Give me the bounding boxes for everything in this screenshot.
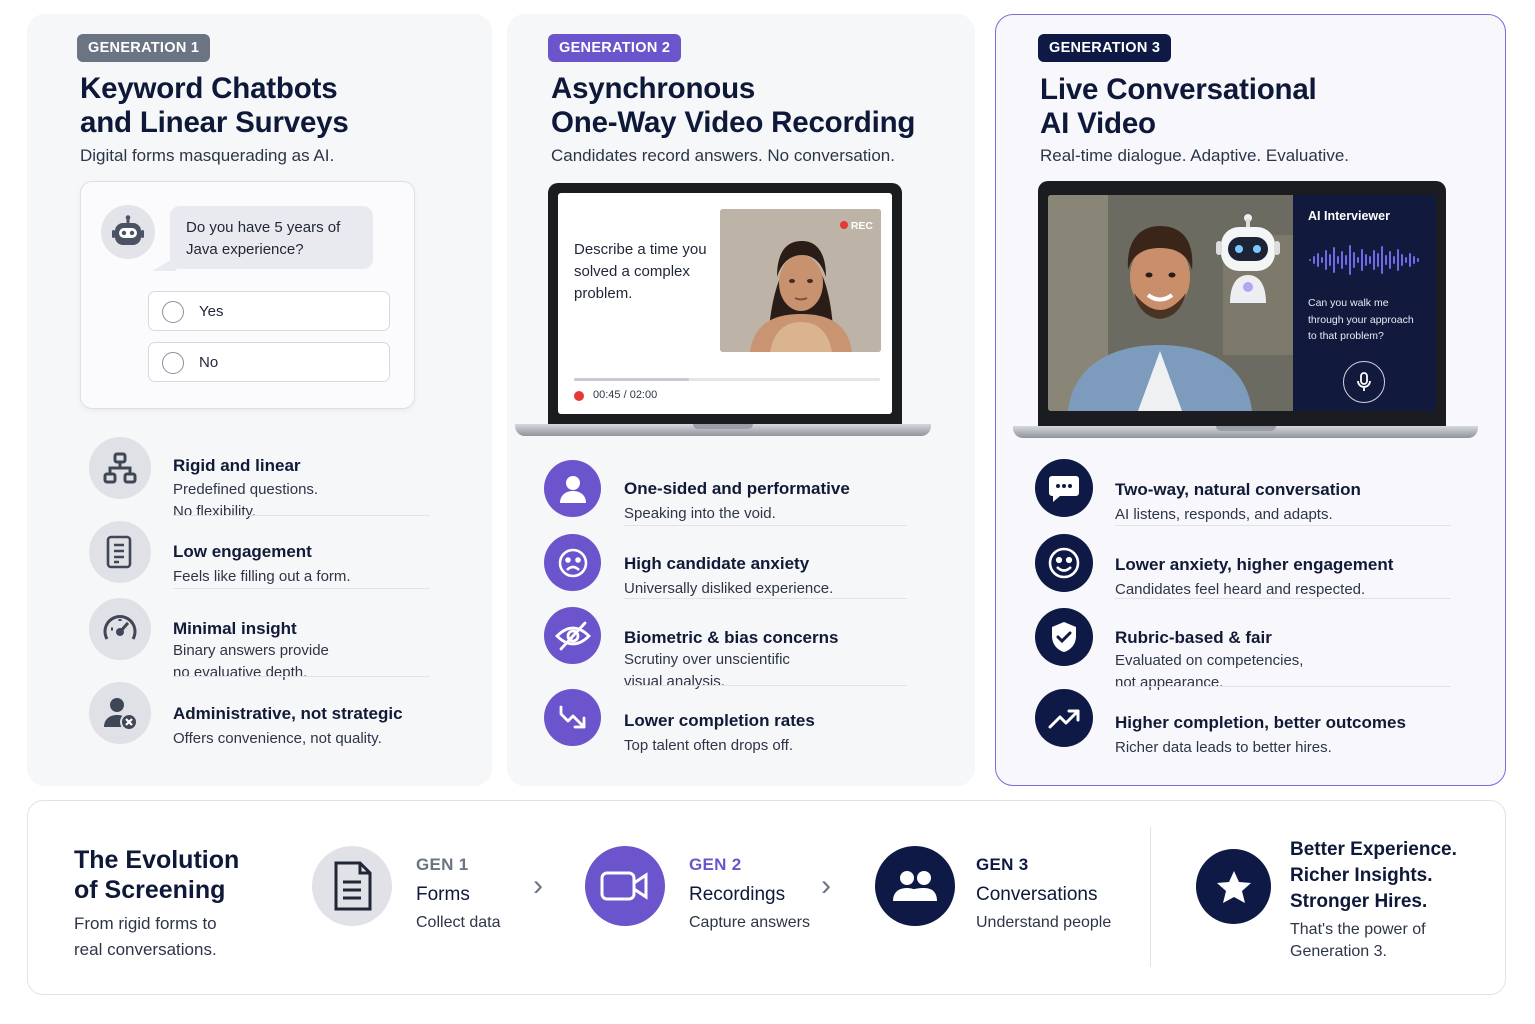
feature-biometric: Biometric & bias concerns Scrutiny over … bbox=[544, 607, 924, 690]
divider bbox=[173, 515, 430, 516]
generation-2-title: Asynchronous One-Way Video Recording bbox=[551, 72, 916, 139]
record-dot-icon bbox=[574, 391, 584, 401]
evolution-subtitle: From rigid forms to real conversations. bbox=[74, 914, 217, 959]
generation-2-card: GENERATION 2 Asynchronous One-Way Video R… bbox=[507, 14, 975, 786]
divider bbox=[1115, 525, 1451, 526]
user-icon bbox=[544, 460, 601, 517]
generation-3-subtitle: Real-time dialogue. Adaptive. Evaluative… bbox=[1040, 146, 1350, 165]
evolution-summary-panel: The Evolution of Screening From rigid for… bbox=[27, 800, 1506, 995]
divider bbox=[624, 685, 907, 686]
audio-waveform-icon bbox=[1309, 245, 1419, 275]
ai-interviewer-label: AI Interviewer bbox=[1308, 209, 1390, 223]
divider bbox=[173, 588, 430, 589]
feature-low-engagement: Low engagement Feels like filling out a … bbox=[89, 521, 449, 591]
laptop-base bbox=[515, 424, 931, 436]
divider bbox=[624, 598, 907, 599]
generation-1-badge: GENERATION 1 bbox=[77, 34, 211, 62]
step-2-gen: GEN 2 bbox=[689, 855, 742, 874]
generation-3-badge: GENERATION 3 bbox=[1038, 34, 1172, 62]
ai-question-text: Can you walk me through your approach to t… bbox=[1308, 297, 1414, 342]
divider bbox=[1115, 598, 1451, 599]
microphone-icon[interactable] bbox=[1343, 361, 1385, 403]
video-camera-icon bbox=[585, 846, 665, 926]
feature-administrative: Administrative, not strategic Offers con… bbox=[89, 682, 449, 752]
star-icon bbox=[1196, 849, 1271, 924]
laptop-recording-mockup: Describe a time you solved a complex probl… bbox=[548, 183, 902, 424]
smile-face-icon bbox=[1035, 534, 1093, 592]
closing-subtitle: That's the power of Generation 3. bbox=[1290, 921, 1426, 960]
feature-two-way: Two-way, natural conversation AI listens… bbox=[1035, 459, 1475, 529]
option-no-radio[interactable]: No bbox=[148, 342, 390, 382]
rec-dot-icon bbox=[839, 221, 848, 229]
generation-2-subtitle: Candidates record answers. No conversati… bbox=[551, 146, 895, 165]
document-icon bbox=[312, 846, 392, 926]
chatbot-question-bubble: Do you have 5 years of Java experience? bbox=[152, 206, 373, 271]
step-3-gen: GEN 3 bbox=[976, 855, 1029, 874]
divider bbox=[624, 525, 907, 526]
step-1-name: Forms bbox=[416, 884, 470, 905]
chevron-right-icon: › bbox=[533, 869, 543, 902]
step-3-desc: Understand people bbox=[976, 914, 1112, 931]
feature-anxiety: High candidate anxiety Universally disli… bbox=[544, 534, 924, 604]
recording-timer: 00:45 / 02:00 bbox=[593, 389, 658, 401]
hierarchy-icon bbox=[89, 437, 151, 499]
generation-3-title: Live Conversational AI Video bbox=[1040, 73, 1317, 140]
ai-robot-icon bbox=[1216, 214, 1280, 303]
feature-lower-anxiety: Lower anxiety, higher engagement Candida… bbox=[1035, 534, 1475, 604]
step-1-desc: Collect data bbox=[416, 914, 501, 931]
generation-3-card: GENERATION 3 Live Conversational AI Video… bbox=[995, 14, 1506, 786]
generation-2-badge: GENERATION 2 bbox=[548, 34, 682, 62]
feature-completion: Lower completion rates Top talent often … bbox=[544, 689, 924, 759]
trend-down-icon bbox=[544, 689, 601, 746]
user-x-icon bbox=[89, 682, 151, 744]
chevron-right-icon: › bbox=[821, 869, 831, 902]
generation-1-subtitle: Digital forms masquerading as AI. bbox=[80, 146, 335, 165]
feature-higher-completion: Higher completion, better outcomes Riche… bbox=[1035, 689, 1475, 759]
speedometer-icon bbox=[89, 598, 151, 660]
sad-face-icon bbox=[544, 534, 601, 591]
feature-rigid-linear: Rigid and linear Predefined questions. N… bbox=[89, 437, 449, 520]
feature-one-sided: One-sided and performative Speaking into… bbox=[544, 460, 924, 530]
divider bbox=[1115, 686, 1451, 687]
robot-icon bbox=[101, 205, 155, 259]
chatbot-mockup: Do you have 5 years of Java experience? Y… bbox=[80, 181, 415, 409]
divider bbox=[1150, 827, 1151, 967]
form-document-icon bbox=[89, 521, 151, 583]
ai-interviewer-panel: AI Interviewer Can you walk me through yo… bbox=[1293, 195, 1436, 411]
candidate-video: REC bbox=[720, 209, 881, 352]
feature-rubric-fair: Rubric-based & fair Evaluated on compete… bbox=[1035, 608, 1475, 691]
chat-bubble-icon bbox=[1035, 459, 1093, 517]
closing-statement: Better Experience. Richer Insights. Strong… bbox=[1290, 839, 1457, 912]
generation-1-card: GENERATION 1 Keyword Chatbots and Linear … bbox=[27, 14, 492, 786]
feature-minimal-insight: Minimal insight Binary answers provide n… bbox=[89, 598, 449, 681]
recording-progress-bar bbox=[574, 378, 880, 381]
laptop-live-ai-mockup: AI Interviewer Can you walk me through yo… bbox=[1038, 181, 1446, 428]
evolution-title: The Evolution of Screening bbox=[74, 846, 240, 904]
laptop-base bbox=[1013, 426, 1478, 438]
rec-indicator: REC bbox=[839, 220, 873, 232]
step-3-name: Conversations bbox=[976, 884, 1098, 905]
step-2-name: Recordings bbox=[689, 884, 786, 905]
option-yes-radio[interactable]: Yes bbox=[148, 291, 390, 331]
people-icon bbox=[875, 846, 955, 926]
eye-off-icon bbox=[544, 607, 601, 664]
shield-check-icon bbox=[1035, 608, 1093, 666]
step-1-gen: GEN 1 bbox=[416, 855, 469, 874]
trend-up-icon bbox=[1035, 689, 1093, 747]
generation-1-title: Keyword Chatbots and Linear Surveys bbox=[80, 72, 349, 139]
recording-prompt: Describe a time you solved a complex probl… bbox=[574, 241, 707, 302]
divider bbox=[173, 676, 430, 677]
step-2-desc: Capture answers bbox=[689, 914, 810, 931]
